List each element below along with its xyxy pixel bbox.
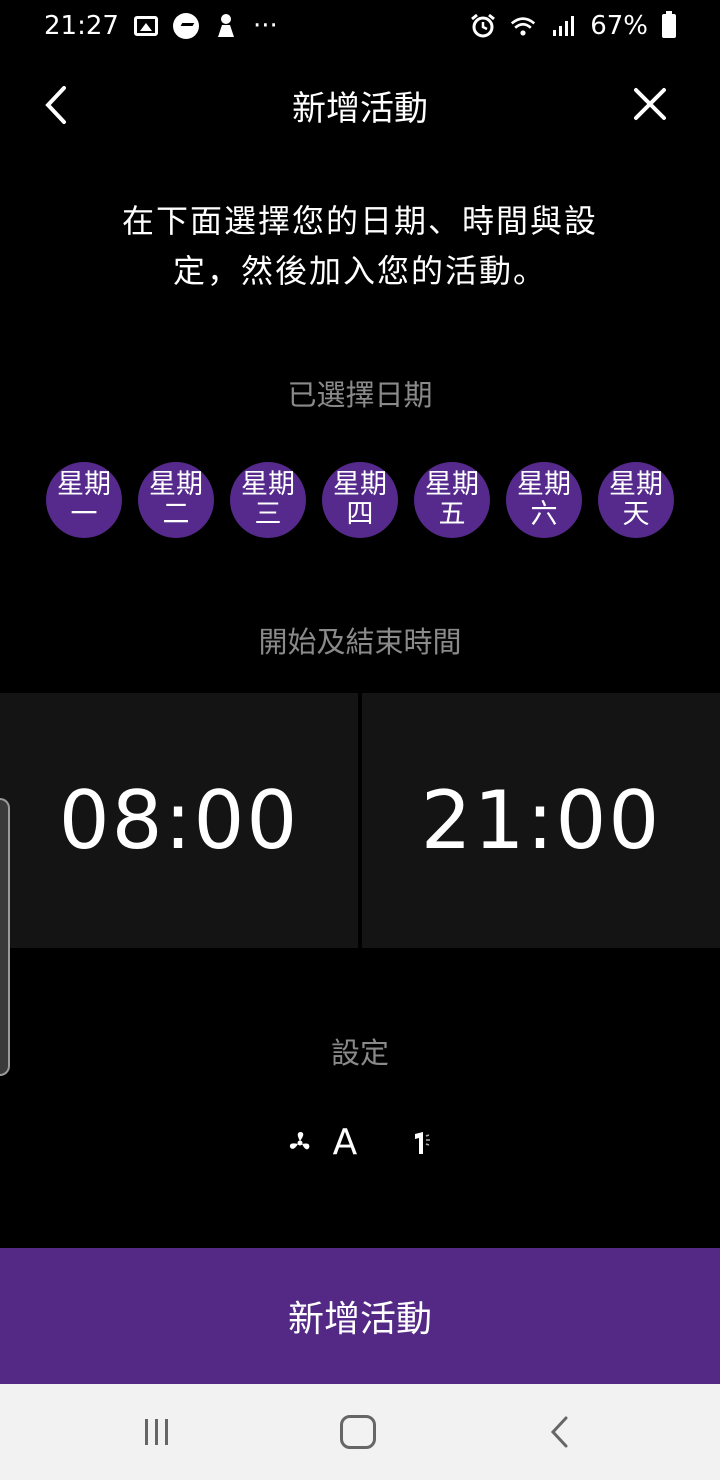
day-monday[interactable]: 星期一 — [46, 462, 122, 538]
chevron-left-icon — [45, 86, 66, 124]
swing-icon — [415, 1131, 431, 1154]
settings-summary[interactable]: A — [0, 1122, 720, 1163]
day-label-bottom: 五 — [438, 499, 466, 530]
intro-text: 在下面選擇您的日期、時間與設 定，然後加入您的活動。 — [0, 196, 720, 296]
recent-apps-icon[interactable] — [142, 1417, 172, 1447]
nav-back-icon[interactable] — [548, 1414, 572, 1450]
day-label-top: 星期 — [333, 469, 387, 500]
day-sunday[interactable]: 星期天 — [598, 462, 674, 538]
day-label-bottom: 天 — [622, 499, 650, 530]
day-label-bottom: 三 — [254, 499, 282, 530]
close-icon — [634, 88, 666, 120]
day-label-top: 星期 — [609, 469, 663, 500]
status-more: ··· — [252, 11, 278, 41]
start-time-value: 08:00 — [58, 774, 300, 867]
day-label-bottom: 二 — [162, 499, 190, 530]
day-label-bottom: 六 — [530, 499, 558, 530]
day-label-top: 星期 — [57, 469, 111, 500]
day-label-top: 星期 — [425, 469, 479, 500]
wifi-icon — [510, 13, 536, 39]
gallery-icon — [133, 13, 159, 39]
day-label-top: 星期 — [517, 469, 571, 500]
day-label-top: 星期 — [241, 469, 295, 500]
messenger-icon — [172, 13, 199, 39]
day-label-bottom: 一 — [70, 499, 98, 530]
status-time: 21:27 — [44, 11, 119, 41]
settings-label: 設定 — [330, 1036, 389, 1070]
day-thursday[interactable]: 星期四 — [322, 462, 398, 538]
header: 新增活動 — [0, 60, 720, 150]
alarm-icon — [470, 13, 496, 39]
day-friday[interactable]: 星期五 — [414, 462, 490, 538]
end-time-picker[interactable]: 21:00 — [362, 693, 720, 948]
status-left: 21:27 ··· — [44, 11, 278, 41]
day-label-top: 星期 — [149, 469, 203, 500]
fan-mode-value: A — [332, 1122, 358, 1163]
add-event-button[interactable]: 新增活動 — [0, 1248, 720, 1384]
back-button[interactable] — [36, 80, 80, 130]
day-label-bottom: 四 — [346, 499, 374, 530]
day-selector: 星期一 星期二 星期三 星期四 星期五 星期六 星期天 — [46, 462, 674, 540]
battery-icon — [662, 11, 676, 38]
start-time-picker[interactable]: 08:00 — [0, 693, 358, 948]
intro-line-1: 在下面選擇您的日期、時間與設 — [121, 202, 598, 240]
status-bar: 21:27 ··· 67% — [0, 0, 720, 52]
day-saturday[interactable]: 星期六 — [506, 462, 582, 538]
end-time-value: 21:00 — [420, 774, 662, 867]
status-right: 67% — [470, 11, 676, 41]
fan-icon — [289, 1131, 310, 1149]
time-range-label: 開始及結束時間 — [258, 625, 462, 659]
add-event-button-label: 新增活動 — [287, 1299, 432, 1340]
close-button[interactable] — [630, 84, 670, 124]
intro-line-2: 定，然後加入您的活動。 — [172, 252, 547, 290]
signal-icon — [550, 13, 576, 39]
battery-percent: 67% — [590, 11, 648, 41]
day-tuesday[interactable]: 星期二 — [138, 462, 214, 538]
home-icon[interactable] — [340, 1415, 376, 1449]
selected-dates-label: 已選擇日期 — [287, 378, 433, 412]
app-notification-icon — [213, 13, 239, 39]
day-wednesday[interactable]: 星期三 — [230, 462, 306, 538]
system-nav-bar — [0, 1384, 720, 1480]
page-title: 新增活動 — [292, 88, 428, 129]
